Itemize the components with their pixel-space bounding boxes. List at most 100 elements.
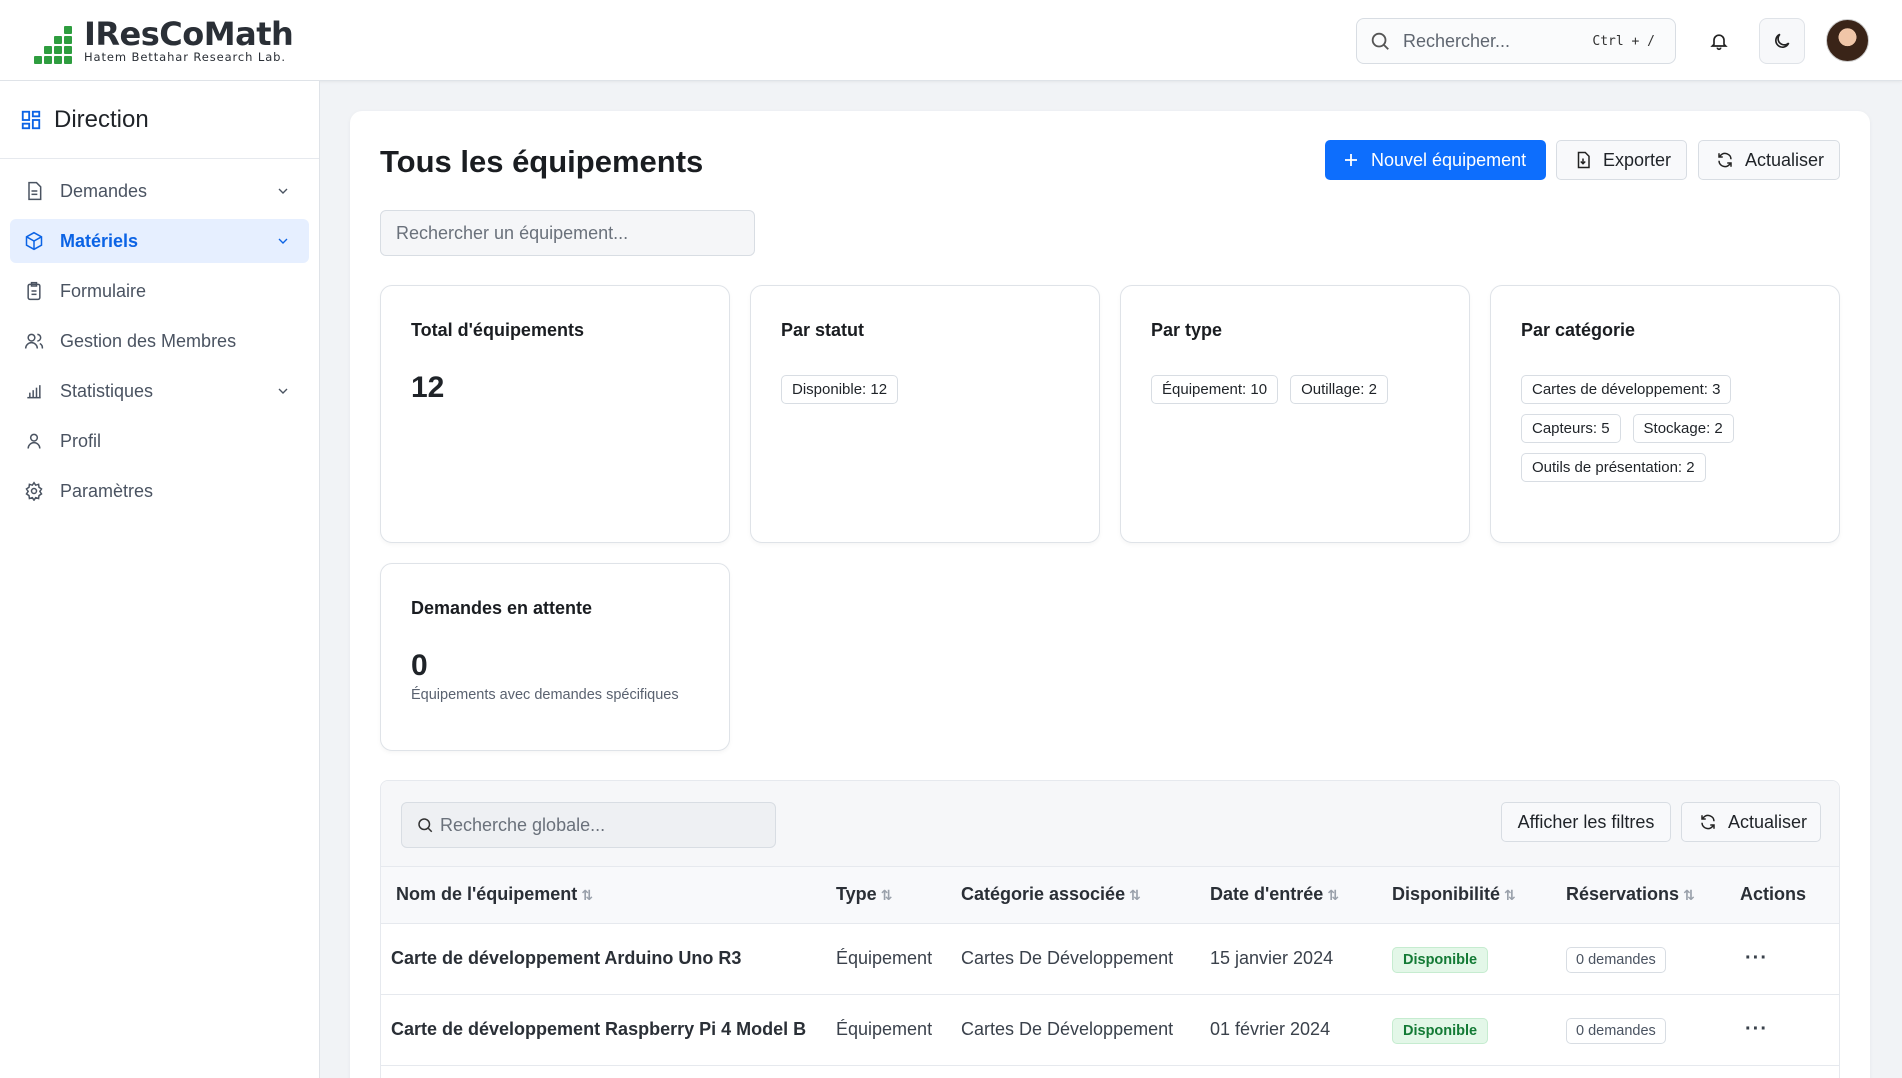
show-filters-button[interactable]: Afficher les filtres: [1501, 802, 1671, 842]
sidebar-header[interactable]: Direction: [0, 81, 319, 159]
show-filters-label: Afficher les filtres: [1517, 811, 1655, 832]
table-refresh-button[interactable]: Actualiser: [1681, 802, 1821, 842]
theme-toggle-button[interactable]: [1759, 18, 1805, 64]
bell-icon: [1710, 34, 1728, 51]
sidebar-item-label: Gestion des Membres: [60, 330, 237, 351]
dashboard-icon: [21, 110, 41, 129]
export-button[interactable]: Exporter: [1556, 140, 1687, 180]
table-toolbar: Recherche globale... Afficher les filtre…: [381, 781, 1839, 867]
column-header-name[interactable]: Nom de l'équipement ⇅: [381, 867, 836, 924]
notifications-button[interactable]: [1696, 18, 1742, 64]
column-header-actions: Actions: [1740, 867, 1839, 924]
sidebar-item-profil[interactable]: Profil: [10, 419, 309, 463]
status-badge: Disponible: [1392, 1018, 1489, 1044]
cell-actions: ···: [1740, 923, 1839, 995]
cell-actions: ···: [1740, 994, 1839, 1066]
refresh-icon: [1688, 813, 1728, 831]
sort-icon: ⇅: [880, 887, 893, 904]
chevron-down-icon: [278, 188, 288, 194]
logo[interactable]: IResCoMath Hatem Bettahar Research Lab.: [34, 18, 294, 64]
column-header-date[interactable]: Date d'entrée ⇅: [1210, 867, 1392, 924]
column-header-category[interactable]: Catégorie associée ⇅: [961, 867, 1210, 924]
search-icon: [1357, 30, 1403, 52]
moon-icon: [1775, 33, 1790, 48]
status-badge: Disponible: [1392, 947, 1489, 973]
sidebar-item-label: Paramètres: [60, 480, 154, 501]
table-row[interactable]: Carte de développement Arduino Uno R3 Éq…: [381, 923, 1839, 995]
cell-date: 15 janvier 2024: [1210, 923, 1392, 995]
sidebar-item-formulaire[interactable]: Formulaire: [10, 269, 309, 313]
global-search-input[interactable]: Rechercher... Ctrl + /: [1356, 18, 1676, 64]
sidebar-nav: Demandes Matériels Formulaire Gestion de…: [0, 159, 319, 513]
refresh-icon: [1705, 151, 1745, 169]
sidebar-item-label: Statistiques: [60, 380, 154, 401]
column-header-type[interactable]: Type ⇅: [836, 867, 961, 924]
table-row[interactable]: Carte de développement Raspberry Pi 4 Mo…: [381, 994, 1839, 1066]
avatar[interactable]: [1826, 19, 1869, 62]
stat-card-type: Par type Équipement: 10 Outillage: 2: [1120, 285, 1470, 543]
sort-icon: ⇅: [1327, 887, 1340, 904]
gear-icon: [25, 481, 43, 501]
search-shortcut: Ctrl + /: [1592, 33, 1655, 49]
box-icon: [25, 231, 43, 251]
sidebar-item-label: Formulaire: [60, 280, 147, 301]
main-content: Tous les équipements Nouvel équipement E…: [350, 111, 1870, 1078]
cell-category: Cartes De Développement: [961, 994, 1210, 1066]
sidebar-item-statistiques[interactable]: Statistiques: [10, 369, 309, 413]
logo-bars-icon: [34, 22, 78, 64]
more-actions-icon[interactable]: ···: [1745, 1018, 1768, 1040]
sort-icon: ⇅: [581, 887, 594, 904]
category-chip: Capteurs: 5: [1521, 414, 1621, 443]
table-search-input[interactable]: Recherche globale...: [401, 802, 776, 848]
search-placeholder: Rechercher...: [1403, 30, 1511, 51]
refresh-label: Actualiser: [1745, 149, 1825, 170]
sidebar-item-membres[interactable]: Gestion des Membres: [10, 319, 309, 363]
table-refresh-label: Actualiser: [1728, 811, 1808, 832]
reservations-badge: 0 demandes: [1566, 947, 1666, 973]
sidebar-item-materiels[interactable]: Matériels: [10, 219, 309, 263]
equipment-search-input[interactable]: Rechercher un équipement...: [380, 210, 755, 256]
sidebar-title: Direction: [54, 105, 149, 133]
sidebar-item-parametres[interactable]: Paramètres: [10, 469, 309, 513]
category-chip: Outils de présentation: 2: [1521, 453, 1706, 482]
stat-title: Par type: [1151, 320, 1223, 340]
cell-reservations: 0 demandes: [1566, 994, 1740, 1066]
cell-reservations: 0 demandes: [1566, 923, 1740, 995]
reservations-badge: 0 demandes: [1566, 1018, 1666, 1044]
sort-icon: ⇅: [1129, 887, 1141, 904]
sidebar-item-demandes[interactable]: Demandes: [10, 169, 309, 213]
cell-availability: Disponible: [1392, 994, 1566, 1066]
category-chip: Cartes de développement: 3: [1521, 375, 1732, 404]
search-placeholder: Rechercher un équipement...: [396, 222, 629, 243]
refresh-button[interactable]: Actualiser: [1698, 140, 1840, 180]
stat-value: 0: [411, 649, 428, 682]
cell-category: Cartes De Développement: [961, 923, 1210, 995]
file-text-icon: [28, 181, 42, 201]
sort-icon: ⇅: [1504, 887, 1516, 904]
bar-chart-icon: [27, 385, 41, 399]
table-row[interactable]: [381, 1065, 1839, 1078]
file-download-icon: [1563, 151, 1603, 169]
chevron-down-icon: [278, 388, 288, 394]
top-bar: IResCoMath Hatem Bettahar Research Lab. …: [0, 0, 1902, 81]
sidebar-item-label: Demandes: [60, 180, 148, 201]
users-icon: [24, 333, 44, 349]
cell-name: Carte de développement Raspberry Pi 4 Mo…: [381, 994, 836, 1066]
stat-card-pending: Demandes en attente 0 Équipements avec d…: [380, 563, 730, 751]
column-header-availability[interactable]: Disponibilité ⇅: [1392, 867, 1566, 924]
type-chip: Équipement: 10: [1151, 375, 1279, 404]
new-equipment-label: Nouvel équipement: [1371, 149, 1527, 170]
stat-card-status: Par statut Disponible: 12: [750, 285, 1100, 543]
chevron-down-icon: [278, 238, 288, 244]
sidebar-item-label: Profil: [60, 430, 102, 451]
more-actions-icon[interactable]: ···: [1745, 947, 1768, 969]
stat-title: Demandes en attente: [411, 598, 593, 618]
search-placeholder: Recherche globale...: [440, 814, 606, 835]
category-chip: Stockage: 2: [1632, 414, 1734, 443]
new-equipment-button[interactable]: Nouvel équipement: [1325, 140, 1546, 180]
status-chip: Disponible: 12: [781, 375, 899, 404]
stat-title: Total d'équipements: [411, 320, 584, 340]
column-header-reservations[interactable]: Réservations ⇅: [1566, 867, 1740, 924]
export-label: Exporter: [1603, 149, 1672, 170]
sidebar: Direction Demandes Matériels Formulaire …: [0, 81, 320, 1078]
